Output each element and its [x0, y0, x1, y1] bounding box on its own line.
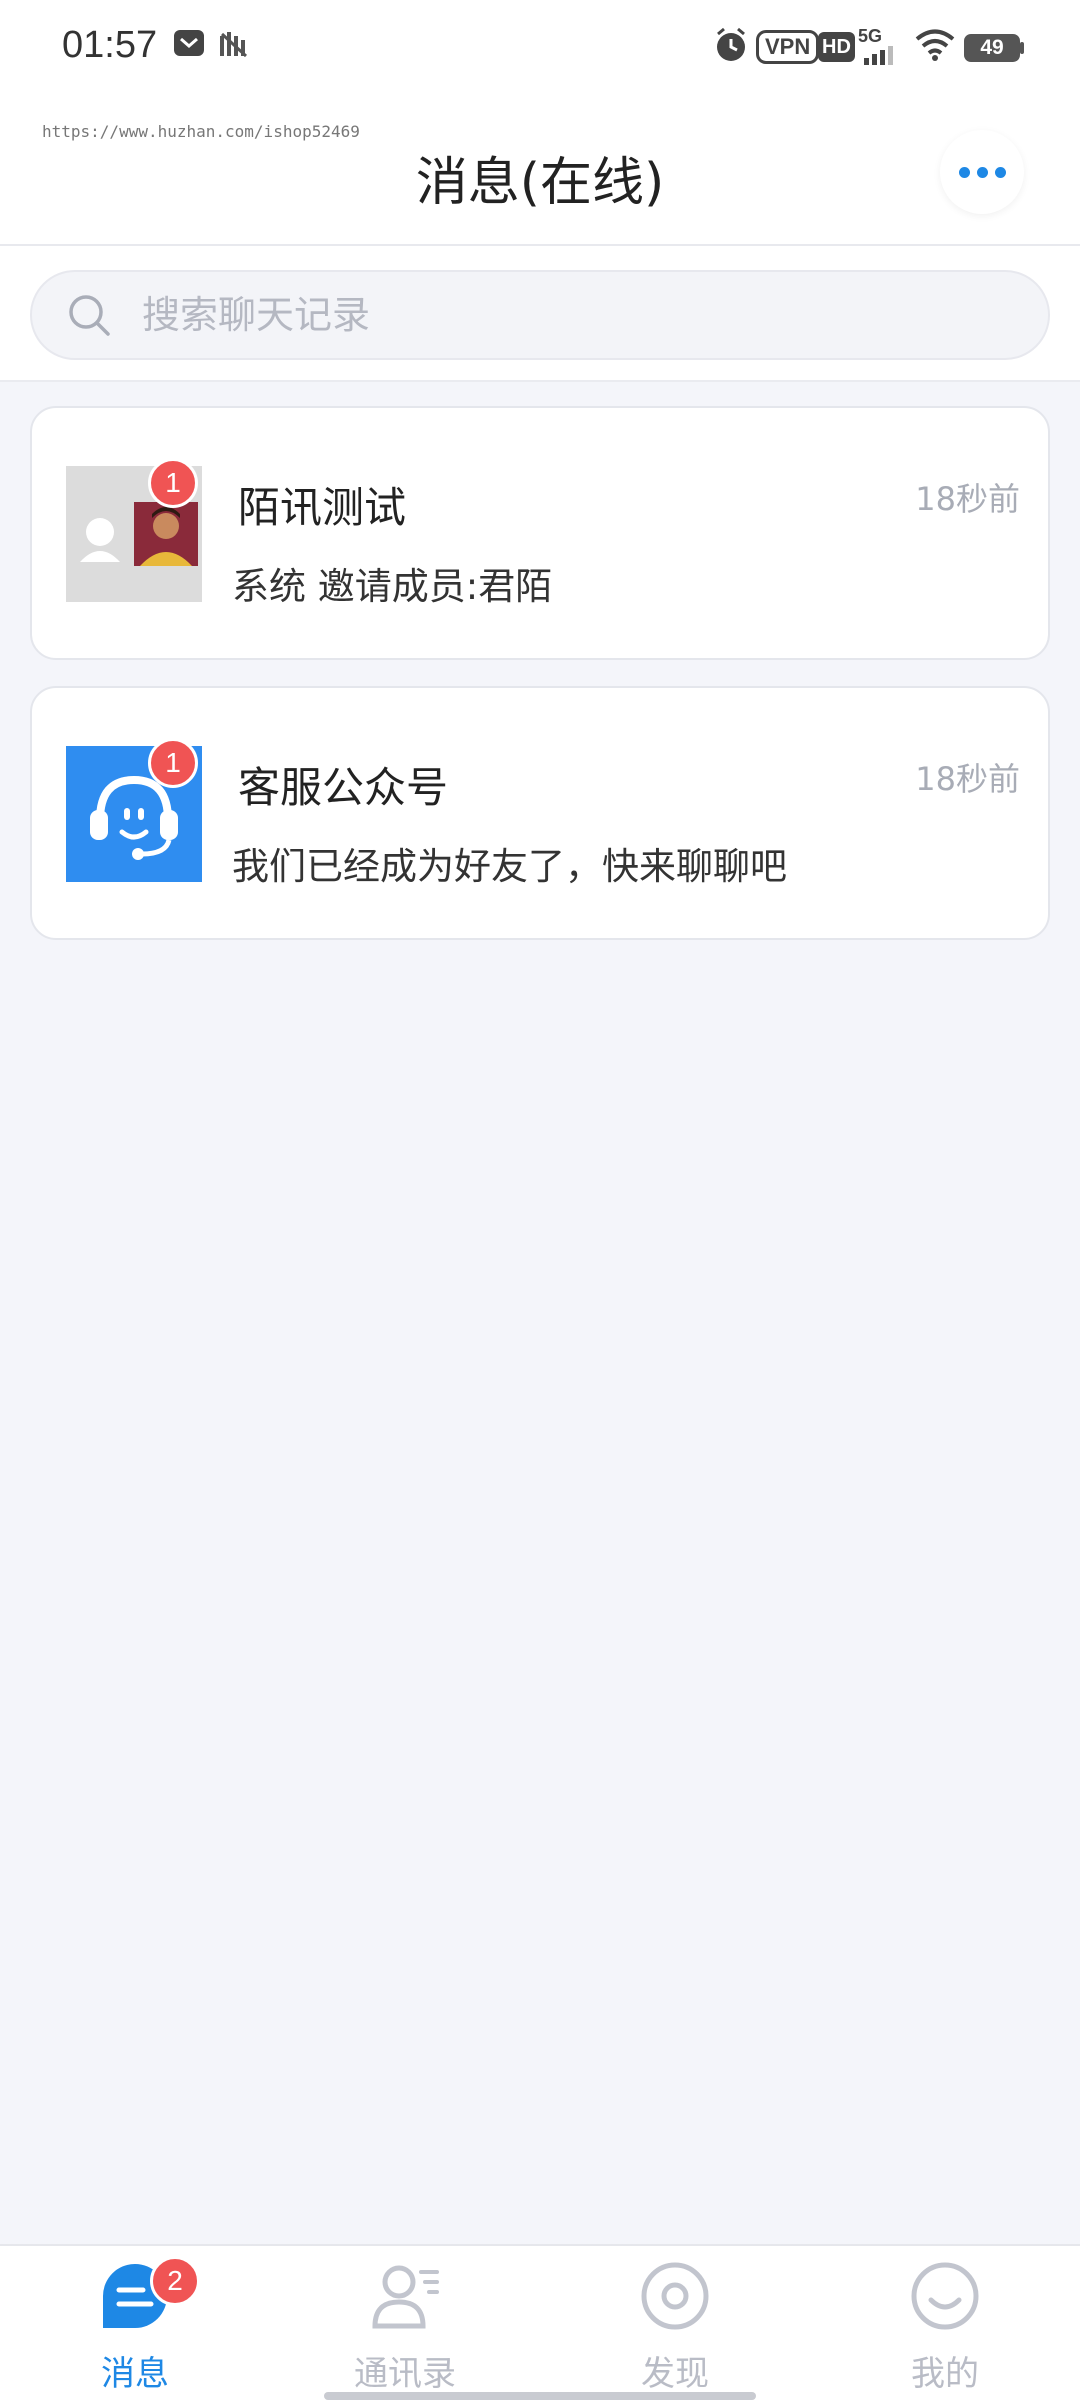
tab-contacts[interactable]: 通讯录	[270, 2246, 540, 2404]
search-icon	[66, 292, 112, 342]
battery-icon: 49	[964, 34, 1020, 62]
alarm-icon	[712, 26, 750, 68]
contacts-icon	[369, 2260, 441, 2332]
watermark: https://www.huzhan.com/ishop52469	[42, 122, 360, 141]
profile-icon	[909, 2260, 981, 2332]
chat-name: 客服公众号	[238, 763, 449, 812]
unread-badge: 1	[148, 738, 198, 788]
tab-label: 消息	[101, 2354, 169, 2394]
message-icon	[172, 26, 206, 64]
tab-label: 我的	[911, 2354, 979, 2394]
tab-messages[interactable]: 2 消息	[0, 2246, 270, 2404]
tab-profile[interactable]: 我的	[810, 2246, 1080, 2404]
tab-label: 发现	[641, 2354, 709, 2394]
tab-discover[interactable]: 发现	[540, 2246, 810, 2404]
bottom-tab-bar: 2 消息 通讯录 发现 我的	[0, 2244, 1080, 2404]
customer-service-avatar: 1	[66, 738, 202, 882]
signal-app-icon	[218, 26, 252, 64]
battery-tip	[1020, 42, 1024, 54]
group-avatar: 1	[66, 458, 202, 602]
chat-time: 18秒前	[915, 760, 1020, 798]
more-dots-icon	[958, 166, 970, 178]
chat-name: 陌讯测试	[238, 483, 407, 532]
more-button[interactable]	[940, 130, 1024, 214]
unread-badge: 1	[148, 458, 198, 508]
discover-icon	[639, 2260, 711, 2332]
chat-item-group[interactable]: 1 陌讯测试 系统 邀请成员:君陌 18秒前	[30, 406, 1050, 660]
tab-label: 通讯录	[354, 2354, 456, 2394]
wifi-icon	[914, 28, 956, 66]
chat-time: 18秒前	[915, 480, 1020, 518]
status-time: 01:57	[62, 24, 158, 66]
page-title: 消息(在线)	[415, 153, 665, 213]
home-indicator[interactable]	[324, 2392, 756, 2400]
search-box[interactable]	[30, 270, 1050, 360]
vpn-icon: VPN	[756, 30, 820, 64]
cellular-icon	[862, 44, 902, 70]
chat-preview: 系统 邀请成员:君陌	[232, 565, 553, 608]
tab-badge: 2	[150, 2256, 200, 2306]
status-bar: 01:57 VPN HD 5G 49	[0, 0, 1080, 96]
chat-preview: 我们已经成为好友了，快来聊聊吧	[232, 845, 787, 888]
header: https://www.huzhan.com/ishop52469 消息(在线)	[0, 96, 1080, 246]
search-bar	[0, 246, 1080, 382]
hd-icon: HD	[818, 32, 855, 62]
chat-item-customer-service[interactable]: 1 客服公众号 我们已经成为好友了，快来聊聊吧 18秒前	[30, 686, 1050, 940]
search-input[interactable]	[142, 284, 1022, 346]
